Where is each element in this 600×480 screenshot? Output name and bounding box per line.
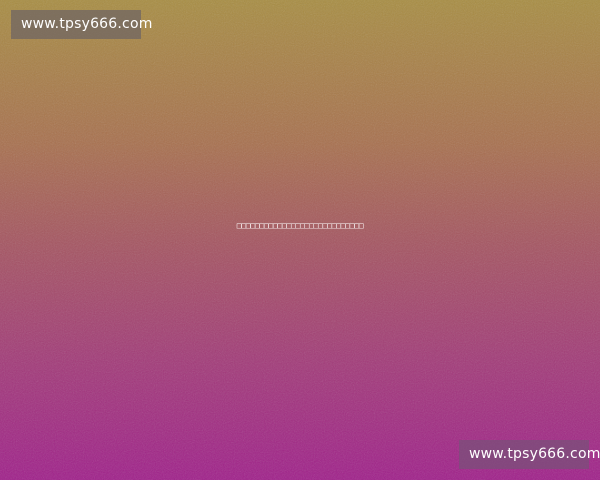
- center-placeholder-text: □□□□□□□□□□□□□□□□□□□□□□□□□□□□: [236, 221, 364, 230]
- gradient-background: [0, 0, 600, 480]
- noise-texture: [0, 0, 600, 480]
- watermark-top-left: www.tpsy666.com: [11, 10, 152, 39]
- watermark-bottom-right: www.tpsy666.com: [459, 440, 600, 469]
